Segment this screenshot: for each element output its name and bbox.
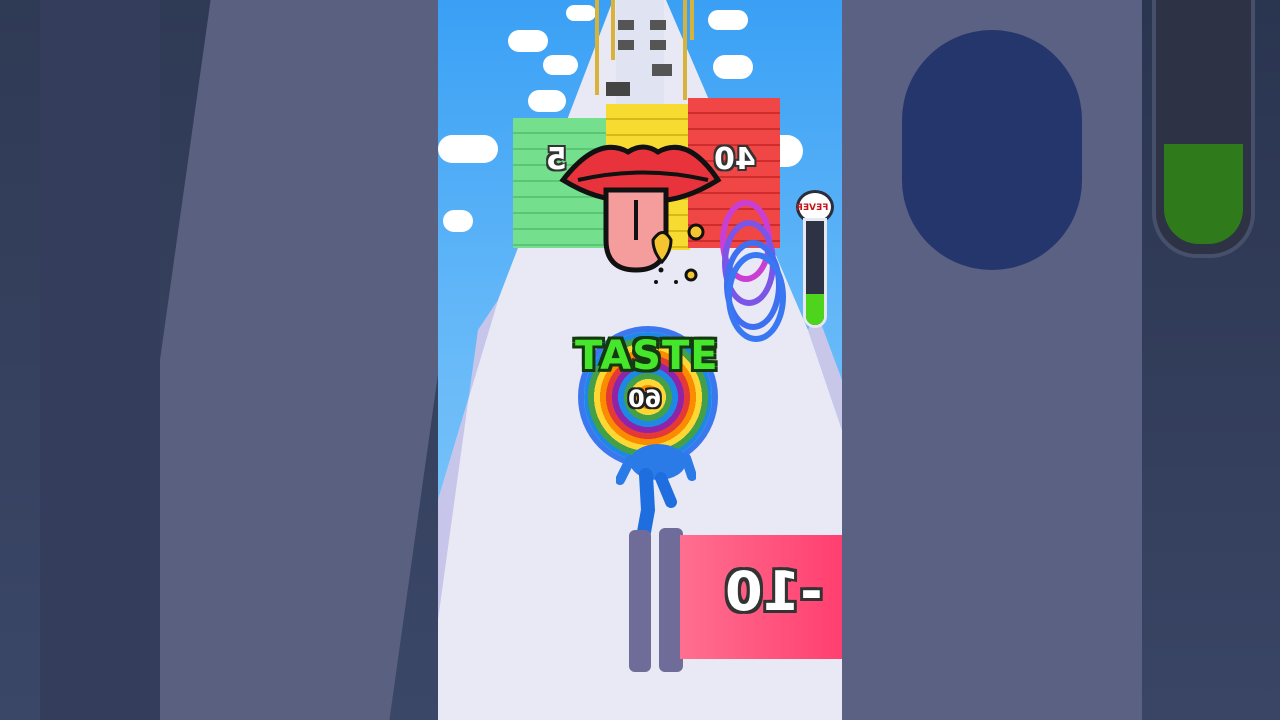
- blurred-rings: [902, 30, 1082, 270]
- blurred-road-edge-left: [40, 0, 160, 720]
- rope: [611, 0, 615, 60]
- rope: [595, 0, 599, 95]
- blurred-background-left: [0, 0, 438, 720]
- fever-label: FEVER: [796, 203, 829, 213]
- player-runner[interactable]: [616, 440, 696, 540]
- blurred-fever-meter: [1152, 0, 1255, 258]
- action-word: TASTE: [575, 333, 719, 379]
- blurred-background-right: [842, 0, 1280, 720]
- fever-fill: [806, 293, 824, 325]
- post-left: [629, 530, 651, 672]
- gate-value: -10: [725, 560, 823, 623]
- rope: [683, 0, 687, 100]
- player-count: 60: [628, 385, 662, 413]
- lips-tongue-icon: [559, 144, 722, 284]
- rope: [690, 0, 694, 40]
- game-viewport[interactable]: 5 40 FEVER TASTE 60 -10: [438, 0, 842, 720]
